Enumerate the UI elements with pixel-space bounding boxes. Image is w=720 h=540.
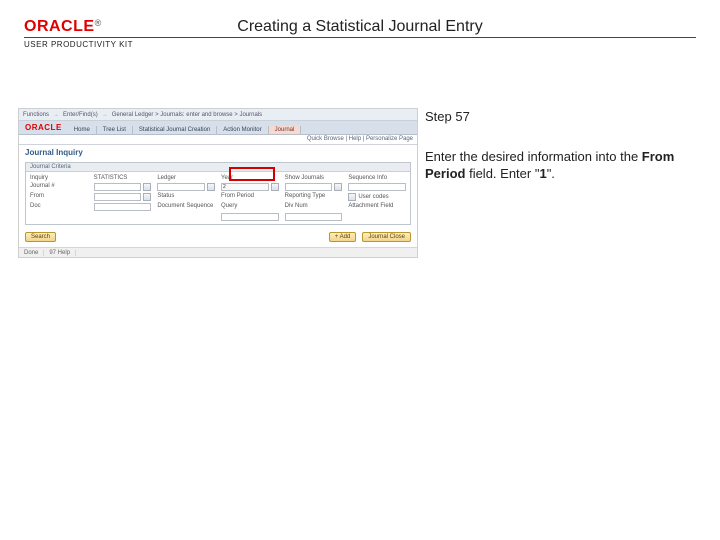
lbl-doc: Doc <box>30 203 88 211</box>
tab-action-monitor[interactable]: Action Monitor <box>217 126 268 134</box>
instr-seg3: ". <box>547 166 555 181</box>
lbl-status: Status <box>157 193 215 201</box>
journal-input[interactable] <box>94 183 142 191</box>
from-input[interactable] <box>94 193 142 201</box>
lbl-user-codes: User codes <box>358 194 388 200</box>
browser-status-bar: Done 97 Help <box>19 247 417 257</box>
app-tabbar: ORACLE Home Tree List Statistical Journa… <box>19 121 417 135</box>
crumb-c: General Ledger > Journals: enter and bro… <box>112 112 262 118</box>
lov-icon[interactable] <box>143 183 151 191</box>
ledger-input[interactable] <box>157 183 205 191</box>
criteria-block-header: Journal Criteria <box>26 163 410 172</box>
tab-journal[interactable]: Journal <box>269 126 302 134</box>
instruction-panel: Step 57 Enter the desired information in… <box>425 108 695 183</box>
div-num-input[interactable] <box>285 213 343 221</box>
app-logo: ORACLE <box>19 123 68 134</box>
instr-seg2: field. Enter " <box>465 166 539 181</box>
tab-stat-journal[interactable]: Statistical Journal Creation <box>133 126 217 134</box>
page-title: Creating a Statistical Journal Entry <box>24 18 696 36</box>
brand-sub: USER PRODUCTIVITY KIT <box>24 37 696 49</box>
journal-close-button[interactable]: Journal Close <box>362 232 411 242</box>
lbl-journal: Journal # <box>30 183 88 191</box>
checkbox-icon[interactable] <box>348 193 356 201</box>
lbl-ledger: Ledger <box>157 175 215 181</box>
instr-seg1: Enter the desired information into the <box>425 149 642 164</box>
lbl-from-period: From Period <box>221 193 279 201</box>
lbl-show-journals: Show Journals <box>285 175 343 181</box>
lbl-from: From <box>30 193 88 201</box>
status-done: Done <box>19 250 44 256</box>
lbl-year: Year <box>221 175 279 181</box>
lov-icon[interactable] <box>207 183 215 191</box>
lbl-query: Query <box>221 203 279 211</box>
crumb-a: Functions <box>23 112 49 118</box>
lov-icon[interactable] <box>271 183 279 191</box>
app-util-links[interactable]: Quick Browse | Help | Personalize Page <box>19 135 417 145</box>
crumb-b: Enter/Find(s) <box>63 112 98 118</box>
breadcrumb: Functions → Enter/Find(s) → General Ledg… <box>19 109 417 121</box>
instruction-text: Enter the desired information into the F… <box>425 148 695 183</box>
add-fav-button[interactable]: + Add <box>329 232 357 242</box>
val-funds: STATISTICS <box>94 175 152 181</box>
tab-home[interactable]: Home <box>68 126 97 134</box>
lbl-sequence-info: Sequence Info <box>348 175 406 181</box>
lbl-inquiry: Inquiry <box>30 175 88 181</box>
app-footer: Search + Add Journal Close <box>19 229 417 244</box>
year-input[interactable]: 2 <box>221 183 269 191</box>
search-button[interactable]: Search <box>25 232 56 242</box>
lbl-doc-seq: Document Sequence <box>157 203 215 211</box>
show-journals-input[interactable] <box>285 183 333 191</box>
step-label: Step 57 <box>425 108 695 126</box>
lov-icon[interactable] <box>334 183 342 191</box>
lbl-attachment-field: Attachment Field <box>348 203 406 211</box>
app-page-title: Journal Inquiry <box>19 145 417 160</box>
sequence-info-input[interactable] <box>348 183 406 191</box>
instr-bold-value: 1 <box>539 166 546 181</box>
doc-input[interactable] <box>94 203 152 211</box>
criteria-block: Journal Criteria Inquiry STATISTICS Ledg… <box>25 162 411 225</box>
lbl-reporting-type: Reporting Type <box>285 193 343 201</box>
crumb-sep2: → <box>102 112 108 118</box>
lov-icon[interactable] <box>143 193 151 201</box>
tab-tree-list[interactable]: Tree List <box>97 126 133 134</box>
lbl-div-num: Div Num <box>285 203 343 211</box>
app-screenshot: Functions → Enter/Find(s) → General Ledg… <box>18 108 418 258</box>
from-period-input[interactable] <box>221 213 279 221</box>
crumb-sep1: → <box>53 112 59 118</box>
status-help: 97 Help <box>44 250 76 256</box>
